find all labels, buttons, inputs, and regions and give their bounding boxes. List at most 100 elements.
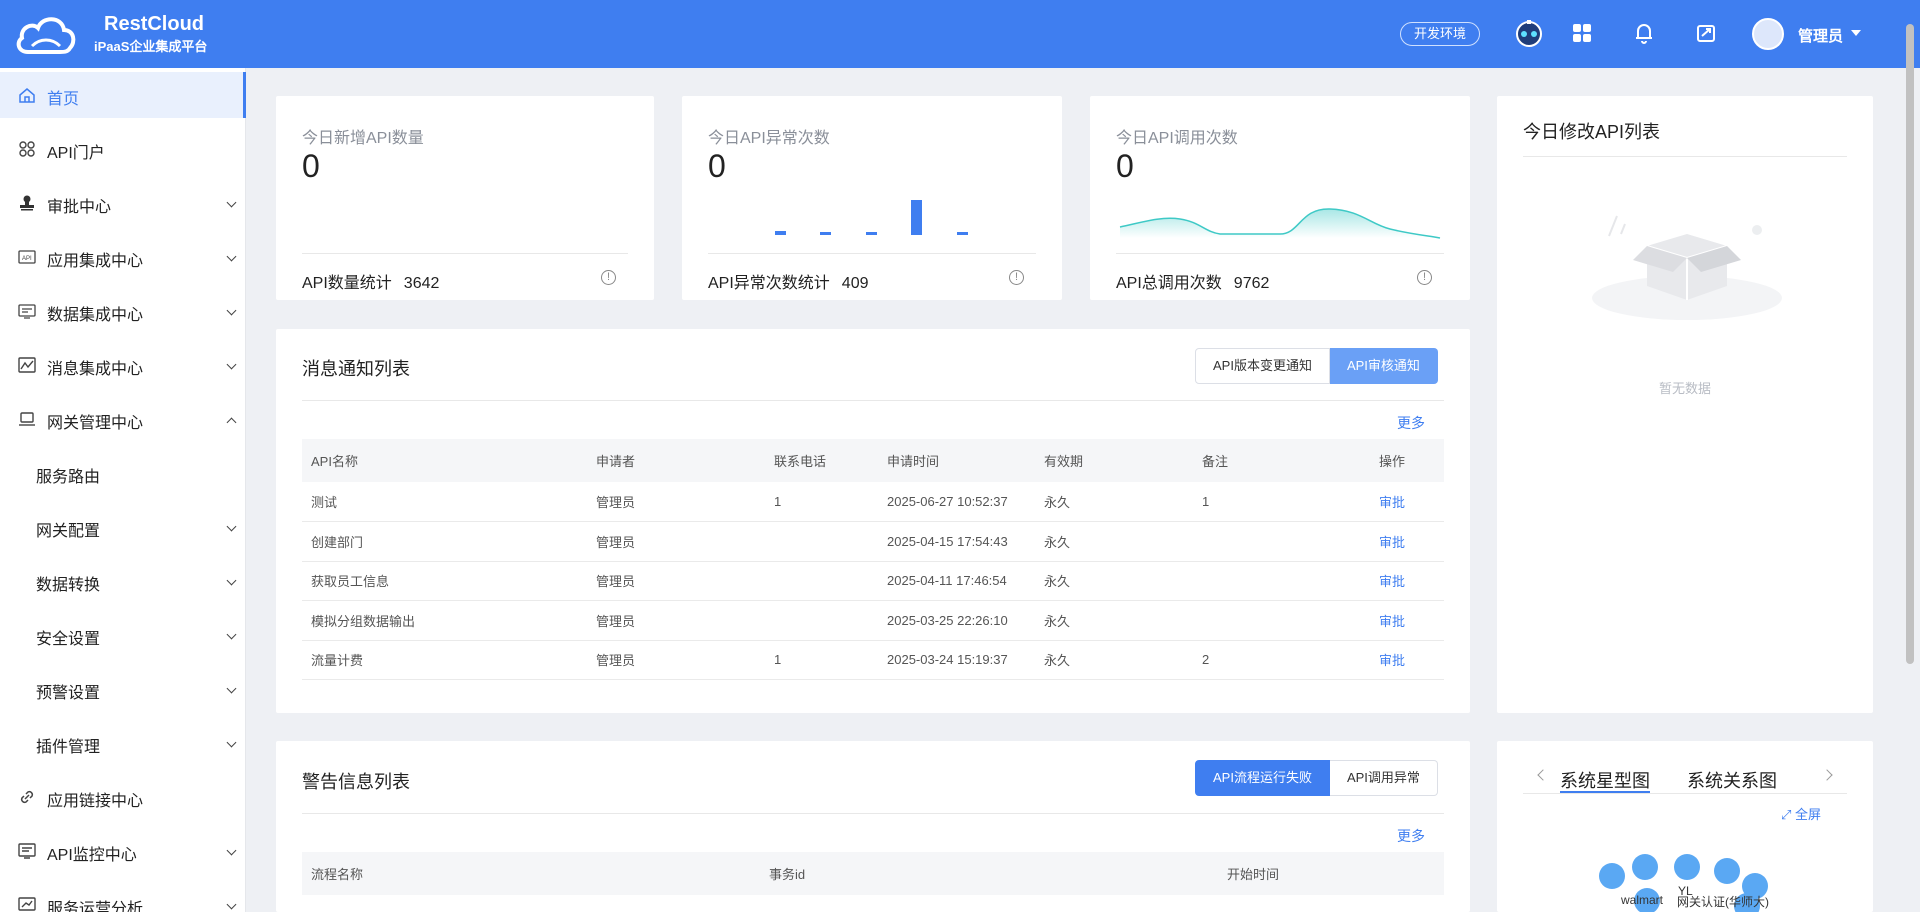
- database-window-icon: [18, 304, 36, 319]
- analytics-icon: [18, 897, 36, 911]
- sidebar-item-label: 服务运营分析: [47, 901, 144, 912]
- sidebar-item-app-link-center[interactable]: 应用链接中心: [0, 774, 246, 820]
- sidebar-item-message-integration[interactable]: 消息集成中心: [0, 342, 246, 388]
- apps-grid-icon[interactable]: [1567, 18, 1597, 48]
- approve-link[interactable]: 审批: [1370, 522, 1444, 562]
- sidebar-item-label: 网关管理中心: [47, 415, 144, 432]
- stat-title: 今日新增API数量: [302, 130, 424, 147]
- stat-footer-value: 409: [841, 275, 869, 292]
- sidebar-item-label: 审批中心: [47, 199, 112, 216]
- star-graph-chart: YL walmart 网关认证(华师大): [1599, 854, 1769, 912]
- more-link[interactable]: 更多: [1397, 413, 1425, 433]
- chevron-down-icon: [226, 845, 237, 856]
- sidebar-item-label: 网关配置: [36, 523, 101, 540]
- cell-phone: [765, 561, 878, 601]
- stat-footer-value: 9762: [1233, 275, 1270, 292]
- info-icon[interactable]: !: [1009, 270, 1024, 285]
- cell-api-name: 模拟分组数据输出: [311, 613, 416, 629]
- divider: [302, 400, 1444, 401]
- graph-node: [1632, 854, 1658, 880]
- system-graph-panel: 系统星型图 系统关系图 ⤢ 全屏 YL walmart 网关认证(华师大): [1497, 741, 1873, 912]
- sidebar-item-label: 插件管理: [36, 739, 101, 756]
- sidebar-item-gateway-management[interactable]: 网关管理中心: [0, 396, 246, 442]
- info-icon[interactable]: !: [601, 270, 616, 285]
- approve-link[interactable]: 审批: [1370, 601, 1444, 641]
- cell-validity: 永久: [1044, 613, 1071, 629]
- cell-phone: 1: [774, 652, 782, 668]
- warning-tab-group: API流程运行失败 API调用异常: [1195, 760, 1438, 796]
- warning-list-panel: 警告信息列表 API流程运行失败 API调用异常 更多 流程名称 事务id 开始…: [276, 741, 1470, 912]
- laptop-icon: [19, 412, 35, 426]
- tab-api-call-error[interactable]: API调用异常: [1329, 760, 1438, 796]
- stat-footer: API总调用次数 9762: [1116, 269, 1269, 293]
- notify-tab-group: API版本变更通知 API审核通知: [1195, 348, 1438, 384]
- sidebar-item-approval-center[interactable]: 审批中心: [0, 180, 246, 226]
- user-dropdown-caret-icon[interactable]: [1851, 30, 1861, 36]
- share-icon[interactable]: [1691, 18, 1721, 48]
- graph-node: [1674, 854, 1700, 880]
- top-header: RestCloud iPaaS企业集成平台 开发环境 管理员: [0, 0, 1920, 68]
- column-header: 开始时间: [1227, 867, 1280, 882]
- table-row: 测试 管理员 1 2025-06-27 10:52:37 永久 1 审批: [302, 482, 1444, 522]
- table-row: 获取员工信息 管理员 2025-04-11 17:46:54 永久 审批: [302, 561, 1444, 601]
- sidebar-item-api-portal[interactable]: API门户: [0, 126, 246, 172]
- stat-footer-label: API数量统计: [302, 275, 392, 292]
- stat-card-api-errors: 今日API异常次数 0 API异常次数统计 409 !: [682, 96, 1062, 300]
- divider: [1523, 156, 1847, 157]
- approve-link[interactable]: 审批: [1370, 561, 1444, 601]
- chevron-down-icon: [226, 521, 237, 532]
- environment-badge[interactable]: 开发环境: [1400, 22, 1480, 46]
- stat-footer-label: API异常次数统计: [708, 275, 830, 292]
- sidebar-item-service-analytics[interactable]: 服务运营分析: [0, 882, 246, 912]
- cell-remark: [1193, 601, 1370, 641]
- grid-circles-icon: [19, 141, 35, 157]
- cell-remark: 1: [1202, 494, 1210, 509]
- approve-link[interactable]: 审批: [1370, 482, 1444, 522]
- notify-list-panel: 消息通知列表 API版本变更通知 API审核通知 更多 API名称 申请者 联系…: [276, 329, 1470, 713]
- cell-apply-time: 2025-03-24 15:19:37: [887, 652, 1008, 668]
- tab-api-version-change[interactable]: API版本变更通知: [1195, 348, 1330, 384]
- column-header: 事务id: [769, 867, 806, 882]
- table-row: 流量计费 管理员 1 2025-03-24 15:19:37 永久 2 审批: [302, 640, 1444, 680]
- stat-footer: API异常次数统计 409: [708, 269, 869, 293]
- column-header: API名称: [311, 454, 358, 469]
- more-link[interactable]: 更多: [1397, 826, 1425, 846]
- sidebar-item-gateway-config[interactable]: 网关配置: [0, 504, 246, 550]
- sidebar-item-alert-settings[interactable]: 预警设置: [0, 666, 246, 712]
- page-scrollbar-thumb[interactable]: [1906, 24, 1914, 664]
- cell-applicant: 管理员: [596, 495, 636, 510]
- sidebar-item-data-transform[interactable]: 数据转换: [0, 558, 246, 604]
- stat-footer-value: 3642: [403, 275, 440, 292]
- sidebar-item-label: 预警设置: [36, 685, 101, 702]
- sidebar-item-label: API监控中心: [47, 847, 137, 864]
- panel-title: 今日修改API列表: [1523, 122, 1661, 142]
- sidebar-item-data-integration[interactable]: 数据集成中心: [0, 288, 246, 334]
- sidebar-item-label: 数据转换: [36, 577, 101, 594]
- tab-api-review[interactable]: API审核通知: [1329, 348, 1438, 384]
- sidebar-item-plugin-management[interactable]: 插件管理: [0, 720, 246, 766]
- sidebar-item-label: 数据集成中心: [47, 307, 144, 324]
- sidebar-item-home[interactable]: 首页: [0, 72, 246, 118]
- approve-link[interactable]: 审批: [1370, 640, 1444, 680]
- info-icon[interactable]: !: [1417, 270, 1432, 285]
- sidebar-item-security-settings[interactable]: 安全设置: [0, 612, 246, 658]
- bell-icon[interactable]: [1629, 18, 1659, 48]
- user-name[interactable]: 管理员: [1798, 25, 1843, 46]
- chevron-down-icon: [226, 899, 237, 910]
- sidebar-item-api-monitor[interactable]: API监控中心: [0, 828, 246, 874]
- sidebar-item-service-routing[interactable]: 服务路由: [0, 450, 246, 496]
- tab-flow-run-failed[interactable]: API流程运行失败: [1195, 760, 1330, 796]
- chevron-down-icon: [226, 629, 237, 640]
- column-header: 申请者: [596, 454, 636, 469]
- graph-node-label: 网关认证(华师大): [1677, 895, 1769, 909]
- api-box-icon: API: [18, 250, 36, 264]
- user-avatar[interactable]: [1752, 18, 1784, 50]
- sidebar-item-label: 首页: [47, 91, 80, 108]
- sidebar-item-app-integration[interactable]: API 应用集成中心: [0, 234, 246, 280]
- robot-assistant-icon[interactable]: [1514, 18, 1544, 48]
- sidebar: 首页 API门户 审批中心 API 应用集成中心 数据集成中心 消息集成中心 网…: [0, 68, 246, 912]
- cell-applicant: 管理员: [596, 574, 636, 590]
- chevron-up-icon: [226, 417, 237, 428]
- mini-bar: [957, 232, 968, 235]
- empty-box-icon: [1592, 215, 1782, 320]
